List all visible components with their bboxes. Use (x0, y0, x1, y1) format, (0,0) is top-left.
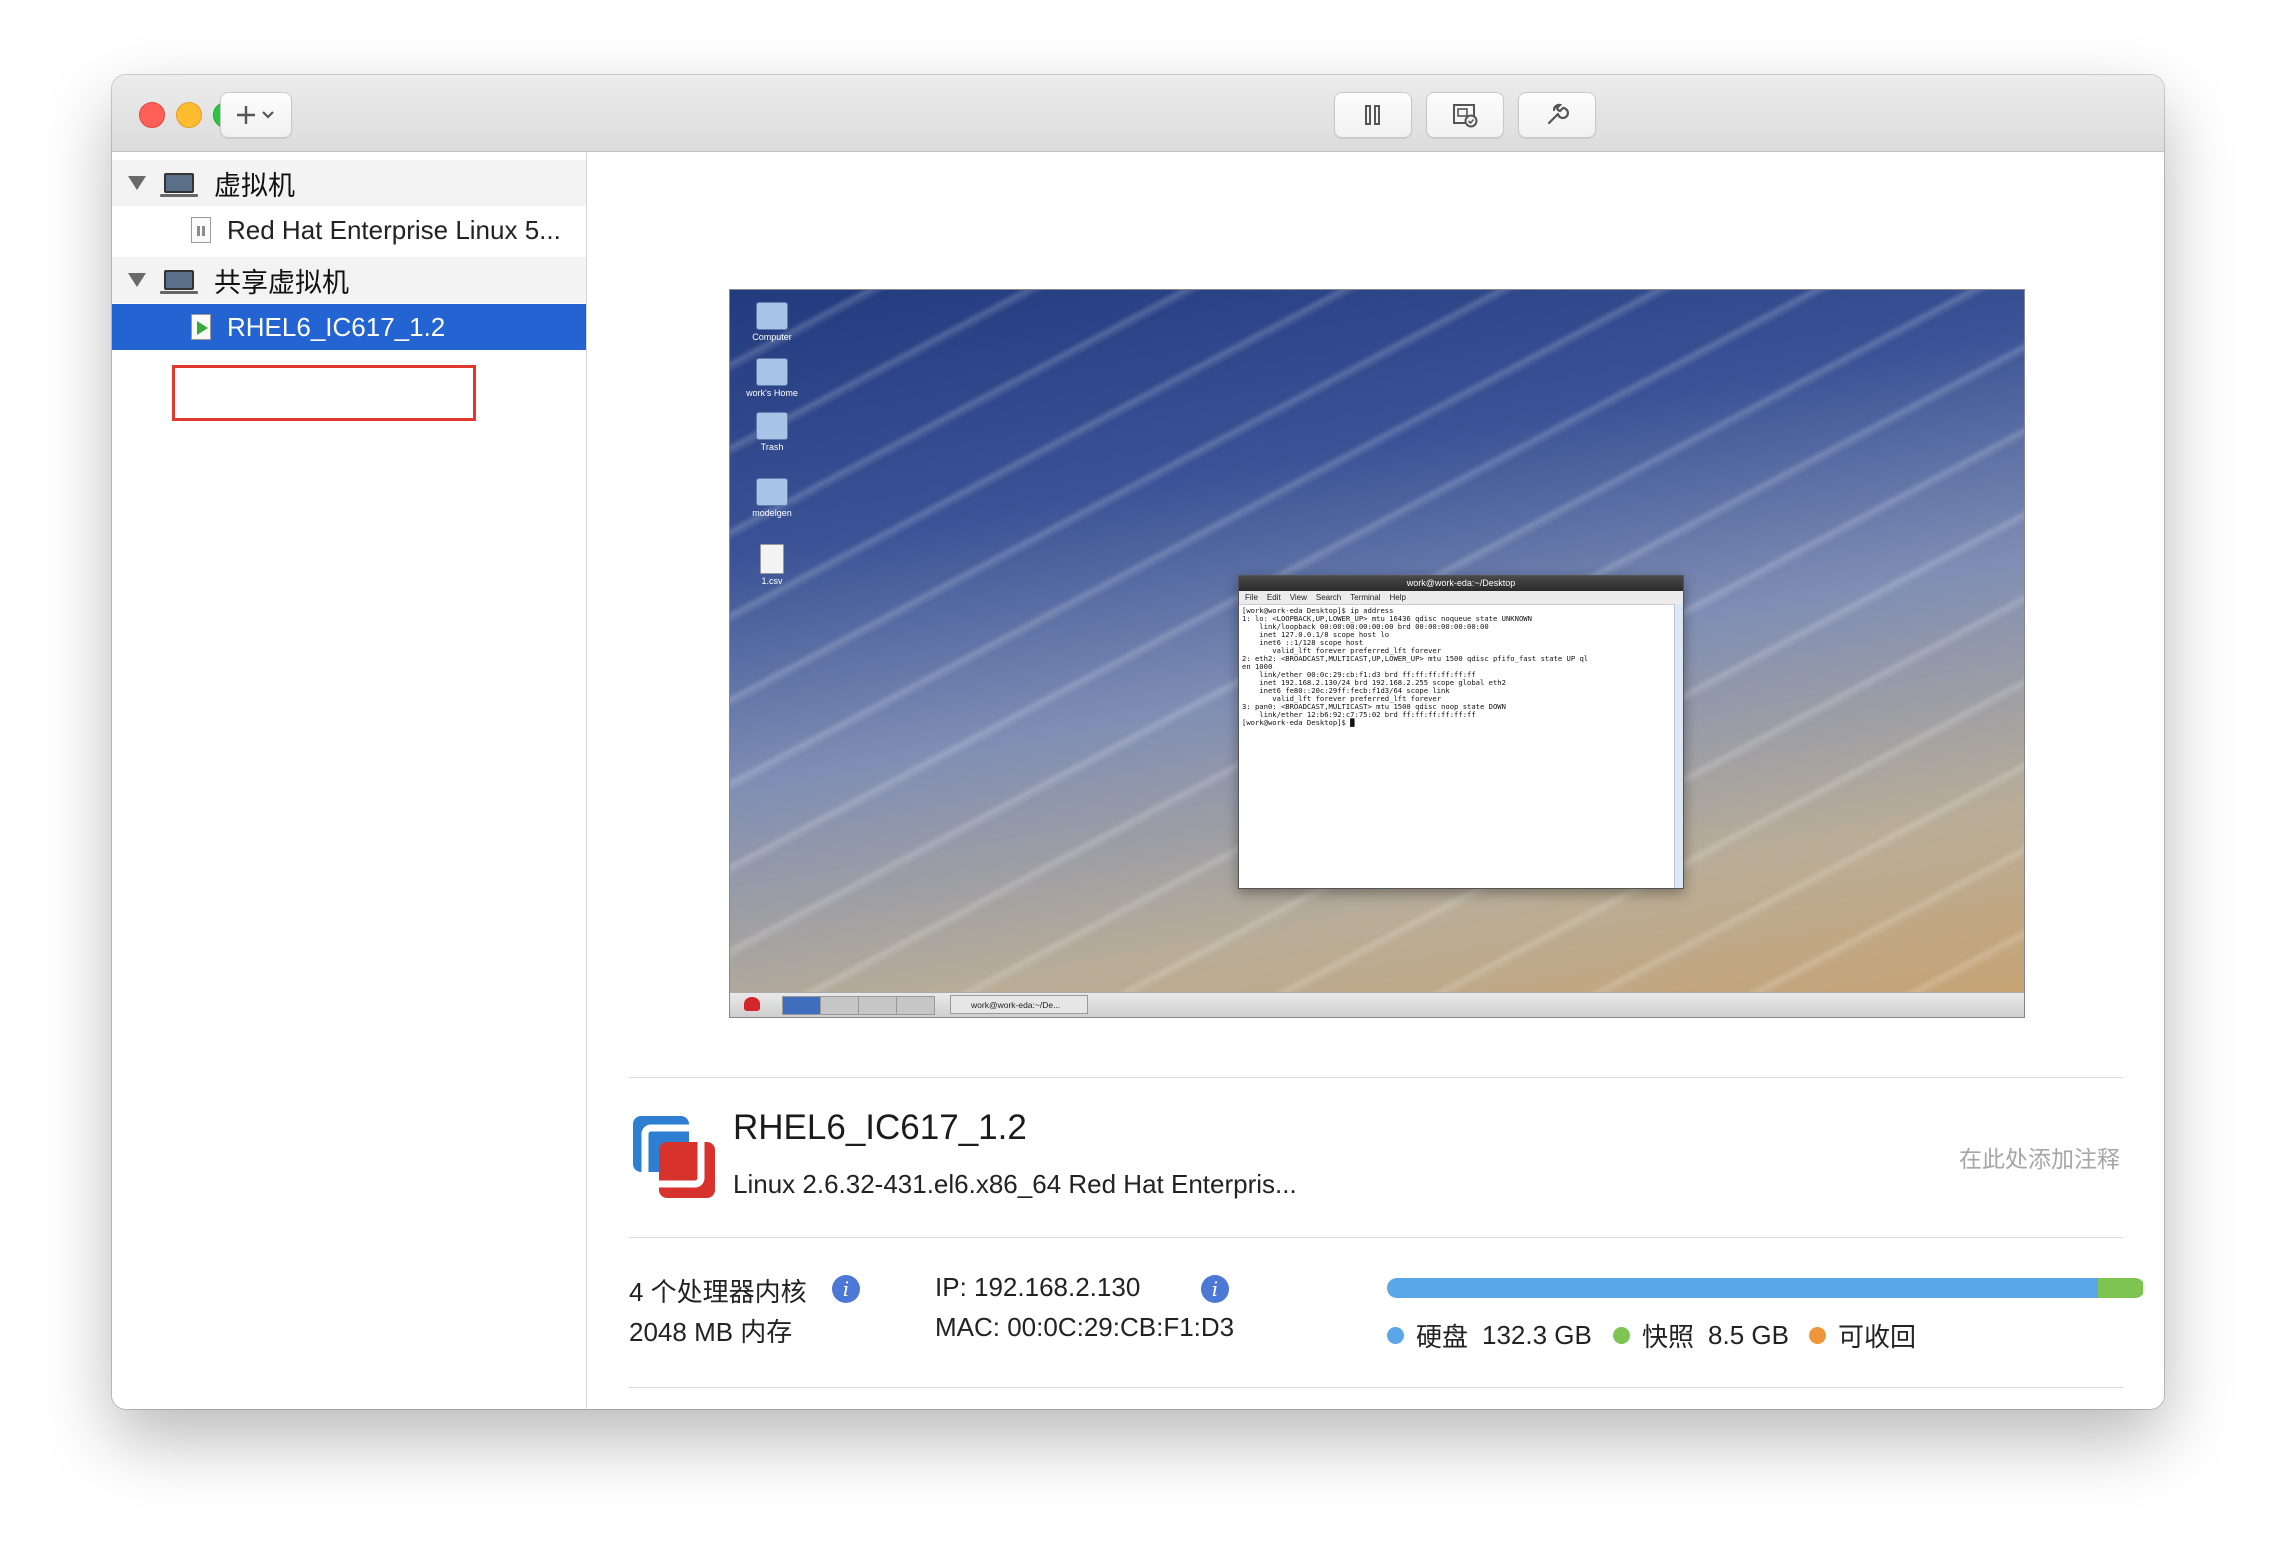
terminal-output[interactable]: [work@work-eda Desktop]$ ip address 1: l… (1239, 605, 1683, 729)
vm-running-icon (191, 314, 211, 340)
highlight-annotation (172, 365, 476, 421)
vmware-fusion-logo-icon (633, 1116, 715, 1198)
desktop-icon-label: Trash (760, 442, 784, 452)
menu-search[interactable]: Search (1316, 593, 1341, 602)
sidebar-item-rhel6-ic617[interactable]: RHEL6_IC617_1.2 (112, 304, 586, 350)
pause-icon (1365, 105, 1380, 125)
titlebar (112, 75, 2164, 152)
menu-view[interactable]: View (1290, 593, 1307, 602)
sidebar-item-label: Red Hat Enterprise Linux 5... (227, 214, 561, 245)
terminal-menubar: File Edit View Search Terminal Help (1239, 591, 1683, 605)
spreadsheet-file-icon (760, 544, 784, 574)
cpu-cores: 4 个处理器内核 (629, 1277, 807, 1307)
trash-icon (756, 412, 788, 440)
legend-value: 132.3 GB (1482, 1320, 1592, 1350)
memory-size: 2048 MB 内存 (629, 1317, 793, 1347)
legend-label: 快照 (1642, 1322, 1695, 1352)
divider (629, 1237, 2123, 1238)
desktop-icon-label: Computer (752, 332, 792, 342)
workspace-4[interactable] (896, 996, 935, 1015)
storage-usage-bar (1387, 1278, 2145, 1298)
vm-suspended-icon (191, 217, 211, 243)
workspace-1[interactable] (782, 996, 821, 1015)
snapshot-icon (1453, 104, 1478, 128)
folder-icon (756, 478, 788, 506)
legend-dot (1387, 1327, 1404, 1344)
desktop-icon-csv[interactable]: 1.csv (742, 544, 802, 586)
pause-button[interactable] (1334, 92, 1412, 138)
storage-bar-snapshots (2098, 1278, 2144, 1298)
network-info-icon[interactable]: i (1201, 1275, 1229, 1303)
desktop-icon-label: work's Home (746, 388, 798, 398)
vm-os-description: Linux 2.6.32-431.el6.x86_64 Red Hat Ente… (733, 1169, 1297, 1199)
disclosure-triangle-icon[interactable] (128, 273, 146, 287)
guest-taskbar: work@work-eda:~/De... (730, 992, 2024, 1017)
laptop-icon (160, 270, 198, 294)
vm-notes-field[interactable]: 在此处添加注释 (1959, 1140, 2120, 1174)
app-window: 虚拟机 Red Hat Enterprise Linux 5... 共享虚拟机 … (112, 75, 2164, 1409)
menu-help[interactable]: Help (1389, 593, 1405, 602)
sidebar-item-label: RHEL6_IC617_1.2 (227, 311, 446, 342)
legend-dot (1809, 1327, 1826, 1344)
minimize-window-button[interactable] (176, 102, 202, 128)
sidebar-group-label: 虚拟机 (214, 170, 295, 201)
legend-value: 8.5 GB (1708, 1320, 1789, 1350)
legend-reclaimable: 可收回 (1809, 1317, 1916, 1354)
home-folder-icon (756, 358, 788, 386)
add-vm-button[interactable] (220, 92, 292, 138)
settings-button[interactable] (1518, 92, 1596, 138)
disclosure-triangle-icon[interactable] (128, 176, 146, 190)
terminal-title: work@work-eda:~/Desktop (1239, 576, 1683, 591)
desktop-icon-modelgen[interactable]: modelgen (742, 478, 802, 518)
computer-icon (756, 302, 788, 330)
wrench-icon (1547, 103, 1569, 125)
legend-dot (1613, 1327, 1630, 1344)
taskbar-terminal-button[interactable]: work@work-eda:~/De... (950, 995, 1088, 1014)
sidebar-item-rhel5[interactable]: Red Hat Enterprise Linux 5... (112, 207, 586, 253)
sidebar-group-shared-vms[interactable]: 共享虚拟机 (112, 257, 586, 303)
mac-address: MAC: 00:0C:29:CB:F1:D3 (935, 1312, 1235, 1342)
desktop-icon-trash[interactable]: Trash (742, 412, 802, 452)
plus-chevron-icon (237, 106, 274, 124)
divider (629, 1387, 2123, 1388)
desktop-icon-home[interactable]: work's Home (742, 358, 802, 398)
menu-file[interactable]: File (1245, 593, 1258, 602)
ip-address: IP: 192.168.2.130 (935, 1272, 1141, 1302)
workspace-2[interactable] (820, 996, 859, 1015)
desktop-icon-label: modelgen (752, 508, 792, 518)
vm-detail-pane: Computer work's Home Trash modelgen 1.cs… (587, 152, 2164, 1409)
terminal-scrollbar[interactable] (1674, 604, 1683, 888)
laptop-icon (160, 173, 198, 197)
workspace-3[interactable] (858, 996, 897, 1015)
storage-bar-disk (1387, 1278, 2098, 1298)
menu-edit[interactable]: Edit (1267, 593, 1281, 602)
legend-label: 可收回 (1838, 1322, 1917, 1352)
sidebar-group-label: 共享虚拟机 (214, 267, 349, 298)
menu-terminal[interactable]: Terminal (1350, 593, 1380, 602)
desktop-icon-label: 1.csv (761, 576, 783, 586)
sidebar-group-vms[interactable]: 虚拟机 (112, 160, 586, 206)
legend-snapshots: 快照 8.5 GB (1613, 1317, 1789, 1354)
close-window-button[interactable] (139, 102, 165, 128)
cpu-info-icon[interactable]: i (832, 1275, 860, 1303)
vm-screen-preview[interactable]: Computer work's Home Trash modelgen 1.cs… (729, 289, 2025, 1018)
vm-name: RHEL6_IC617_1.2 (733, 1108, 1027, 1147)
snapshot-button[interactable] (1426, 92, 1504, 138)
legend-disk: 硬盘 132.3 GB (1387, 1317, 1592, 1354)
legend-label: 硬盘 (1416, 1322, 1469, 1352)
divider (629, 1077, 2123, 1078)
redhat-menu-icon[interactable] (744, 997, 760, 1011)
desktop-icon-computer[interactable]: Computer (742, 302, 802, 342)
vm-library-sidebar: 虚拟机 Red Hat Enterprise Linux 5... 共享虚拟机 … (112, 152, 587, 1409)
terminal-window[interactable]: work@work-eda:~/Desktop File Edit View Sear… (1238, 575, 1684, 889)
